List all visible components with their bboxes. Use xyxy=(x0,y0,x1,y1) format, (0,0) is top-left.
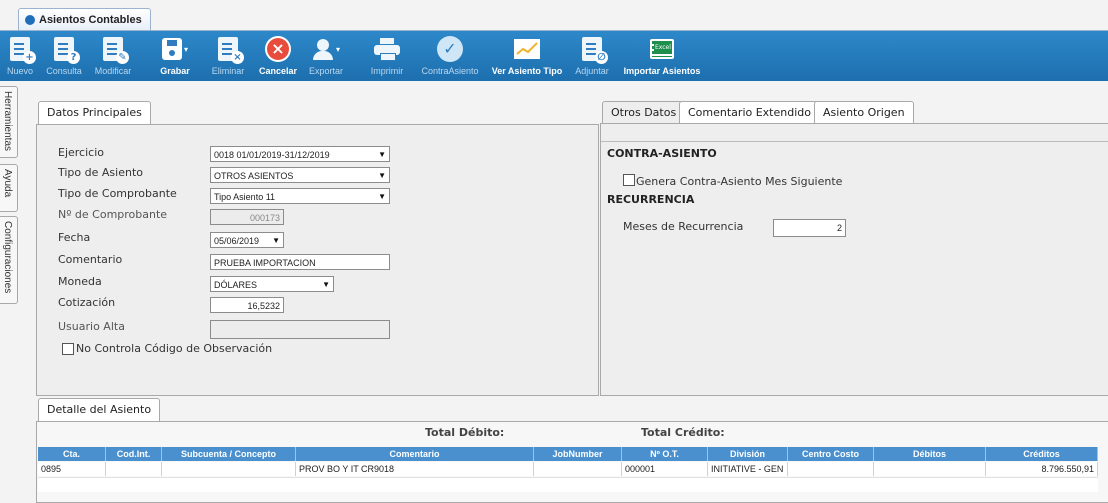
eliminar-button[interactable]: × Eliminar xyxy=(210,31,246,81)
cotizacion-label: Cotización xyxy=(58,296,116,309)
tab-comentario-extendido[interactable]: Comentario Extendido xyxy=(679,101,820,124)
consulta-button[interactable]: ? Consulta xyxy=(44,31,84,81)
imprimir-button[interactable]: Imprimir xyxy=(368,31,406,81)
chevron-down-icon: ▼ xyxy=(322,280,330,289)
check-icon: ✓ xyxy=(437,36,463,62)
moneda-label: Moneda xyxy=(58,275,102,288)
fecha-picker[interactable]: 05/06/2019 ▼ xyxy=(210,232,284,248)
edit-icon: ✎ xyxy=(103,37,129,64)
cancelar-button[interactable]: × Cancelar xyxy=(258,31,298,81)
print-icon xyxy=(374,38,400,61)
cell-cta[interactable]: 0895 xyxy=(38,462,106,476)
tipo-asiento-label: Tipo de Asiento xyxy=(58,166,143,179)
tab-detalle-asiento[interactable]: Detalle del Asiento xyxy=(38,398,161,421)
chevron-down-icon: ▼ xyxy=(378,171,386,180)
total-debito-label: Total Débito: xyxy=(425,426,505,439)
tipo-asiento-select[interactable]: OTROS ASIENTOS ▼ xyxy=(210,167,390,183)
chevron-down-icon: ▼ xyxy=(272,236,280,245)
window-tab[interactable]: Asientos Contables xyxy=(18,8,151,31)
side-tab-ayuda[interactable]: Ayuda xyxy=(0,164,18,212)
column-header-comentario[interactable]: Comentario xyxy=(296,447,534,461)
modificar-button[interactable]: ✎ Modificar xyxy=(92,31,134,81)
usuario-alta-label: Usuario Alta xyxy=(58,320,125,333)
excel-icon: Excel xyxy=(650,39,674,59)
cotizacion-input[interactable]: 16,5232 xyxy=(210,297,284,313)
cell-creditos[interactable]: 8.796.550,91 xyxy=(986,462,1098,476)
divider xyxy=(601,141,1108,142)
doc-question-icon: ? xyxy=(54,37,80,64)
column-header-division[interactable]: División xyxy=(708,447,788,461)
doc-delete-icon: × xyxy=(218,37,244,64)
window-tab-label: Asientos Contables xyxy=(39,14,142,26)
usuario-alta-field xyxy=(210,320,390,339)
chevron-down-icon: ▾ xyxy=(183,44,188,54)
column-header-cta[interactable]: Cta. xyxy=(38,447,106,461)
genera-contra-asiento-checkbox[interactable] xyxy=(623,174,635,186)
comentario-label: Comentario xyxy=(58,253,123,266)
side-tab-configuraciones[interactable]: Configuraciones xyxy=(0,216,18,304)
attach-icon: ∅ xyxy=(582,37,608,64)
column-header-debitos[interactable]: Débitos xyxy=(874,447,986,461)
meses-recurrencia-input[interactable]: 2 xyxy=(773,219,846,237)
column-header-subcuenta[interactable]: Subcuenta / Concepto xyxy=(162,447,296,461)
chevron-down-icon: ▼ xyxy=(378,150,386,159)
tab-asiento-origen[interactable]: Asiento Origen xyxy=(814,101,914,124)
tipo-comprobante-select[interactable]: Tipo Asiento 11 ▼ xyxy=(210,188,390,204)
nuevo-button[interactable]: + Nuevo xyxy=(4,31,36,81)
ver-asiento-tipo-button[interactable]: Ver Asiento Tipo xyxy=(490,31,564,81)
tab-datos-principales[interactable]: Datos Principales xyxy=(38,101,151,124)
column-header-jobnumber[interactable]: JobNumber xyxy=(534,447,622,461)
chevron-down-icon: ▼ xyxy=(378,192,386,201)
contra-asiento-title: CONTRA-ASIENTO xyxy=(607,147,717,160)
side-tab-herramientas[interactable]: Herramientas xyxy=(0,86,18,158)
tab-otros-datos[interactable]: Otros Datos xyxy=(602,101,686,124)
cell-cod-int[interactable] xyxy=(106,462,162,476)
total-credito-label: Total Crédito: xyxy=(641,426,725,439)
back-icon xyxy=(25,15,35,25)
column-header-nro-ot[interactable]: Nº O.T. xyxy=(622,447,708,461)
cell-jobnumber[interactable] xyxy=(534,462,622,476)
adjuntar-button[interactable]: ∅ Adjuntar xyxy=(572,31,612,81)
ejercicio-label: Ejercicio xyxy=(58,146,104,159)
meses-recurrencia-label: Meses de Recurrencia xyxy=(623,220,744,233)
otros-datos-panel xyxy=(600,123,1108,396)
cell-subcuenta[interactable] xyxy=(162,462,296,476)
no-controla-label: No Controla Código de Observación xyxy=(76,342,273,355)
save-icon xyxy=(161,38,182,60)
toolbar: + Nuevo ? Consulta ✎ Modificar ▾ Grabar … xyxy=(0,31,1108,81)
no-controla-checkbox[interactable] xyxy=(62,343,74,355)
chart-icon xyxy=(514,39,540,59)
contraasiento-button[interactable]: ✓ ContraAsiento xyxy=(416,31,484,81)
fecha-label: Fecha xyxy=(58,231,91,244)
export-icon xyxy=(312,37,334,61)
cell-debitos[interactable] xyxy=(874,462,986,476)
doc-add-icon: + xyxy=(10,37,36,64)
column-header-centro-costo[interactable]: Centro Costo xyxy=(788,447,874,461)
recurrencia-title: RECURRENCIA xyxy=(607,193,695,206)
nro-comprobante-label: Nº de Comprobante xyxy=(58,208,168,221)
tipo-comprobante-label: Tipo de Comprobante xyxy=(58,187,177,200)
table-row[interactable] xyxy=(38,477,1098,492)
importar-asientos-button[interactable]: Excel Importar Asientos xyxy=(620,31,704,81)
grabar-button[interactable]: ▾ Grabar xyxy=(158,31,192,81)
exportar-button[interactable]: ▾ Exportar xyxy=(304,31,348,81)
column-header-cod-int[interactable]: Cod.Int. xyxy=(106,447,162,461)
cell-division[interactable]: INITIATIVE - GEN xyxy=(708,462,788,476)
column-header-creditos[interactable]: Créditos xyxy=(986,447,1098,461)
nro-comprobante-field: 000173 xyxy=(210,209,284,225)
ejercicio-select[interactable]: 0018 01/01/2019-31/12/2019 ▼ xyxy=(210,146,390,162)
moneda-select[interactable]: DÓLARES ▼ xyxy=(210,276,334,292)
cancel-icon: × xyxy=(265,36,291,62)
cell-centro-costo[interactable] xyxy=(788,462,874,476)
genera-contra-asiento-label: Genera Contra-Asiento Mes Siguiente xyxy=(636,175,843,188)
cell-nro-ot[interactable]: 000001 xyxy=(622,462,708,476)
comentario-input[interactable]: PRUEBA IMPORTACION xyxy=(210,254,390,270)
cell-comentario[interactable]: PROV BO Y IT CR9018 xyxy=(296,462,534,476)
